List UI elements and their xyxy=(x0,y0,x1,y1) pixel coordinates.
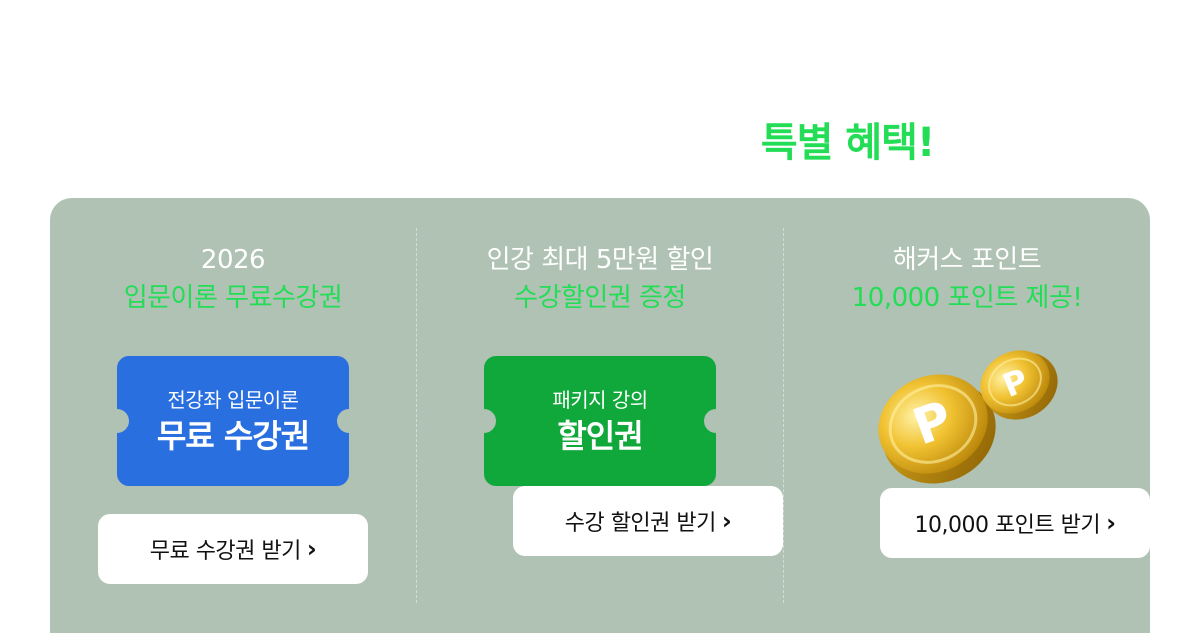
ticket-subtitle: 전강좌 입문이론 xyxy=(167,388,299,412)
benefits-panel: 2026 입문이론 무료수강권 전강좌 입문이론 무료 수강권 무료 수강권 받… xyxy=(50,198,1150,633)
button-label: 수강 할인권 받기 xyxy=(564,511,717,536)
hero-title: 특별 혜택! xyxy=(0,110,1200,168)
benefit-card-discount: 인강 최대 5만원 할인 수강할인권 증정 패키지 강의 할인권 수강 할인권 … xyxy=(416,228,783,603)
benefit-year: 2026 xyxy=(200,245,266,275)
get-points-button[interactable]: 10,000 포인트 받기 › xyxy=(880,488,1150,558)
benefit-subtitle: 인강 최대 5만원 할인 xyxy=(486,245,714,275)
get-discount-coupon-button[interactable]: 수강 할인권 받기 › xyxy=(513,486,783,556)
discount-ticket: 패키지 강의 할인권 xyxy=(472,356,728,486)
chevron-right-icon: › xyxy=(721,507,732,535)
button-label: 10,000 포인트 받기 xyxy=(914,513,1101,538)
free-course-ticket: 전강좌 입문이론 무료 수강권 xyxy=(105,356,361,486)
benefit-headline: 수강할인권 증정 xyxy=(514,283,686,313)
chevron-right-icon: › xyxy=(1106,509,1116,537)
gold-coins-icon: P P xyxy=(851,338,1083,488)
button-label: 무료 수강권 받기 xyxy=(149,539,302,564)
chevron-right-icon: › xyxy=(306,535,317,563)
benefit-headline: 10,000 포인트 제공! xyxy=(851,283,1083,313)
ticket-title: 무료 수강권 xyxy=(156,417,310,455)
hero-title-accent: 특별 혜택! xyxy=(760,120,935,166)
ticket-subtitle: 패키지 강의 xyxy=(552,388,648,412)
benefit-card-points: 해커스 포인트 10,000 포인트 제공! P P 10,000 포인트 받기… xyxy=(783,228,1150,603)
benefit-card-free-course: 2026 입문이론 무료수강권 전강좌 입문이론 무료 수강권 무료 수강권 받… xyxy=(50,198,416,633)
benefit-headline: 입문이론 무료수강권 xyxy=(123,283,343,313)
benefit-subtitle: 해커스 포인트 xyxy=(892,245,1042,275)
ticket-title: 할인권 xyxy=(557,417,643,455)
get-free-course-button[interactable]: 무료 수강권 받기 › xyxy=(98,514,368,584)
